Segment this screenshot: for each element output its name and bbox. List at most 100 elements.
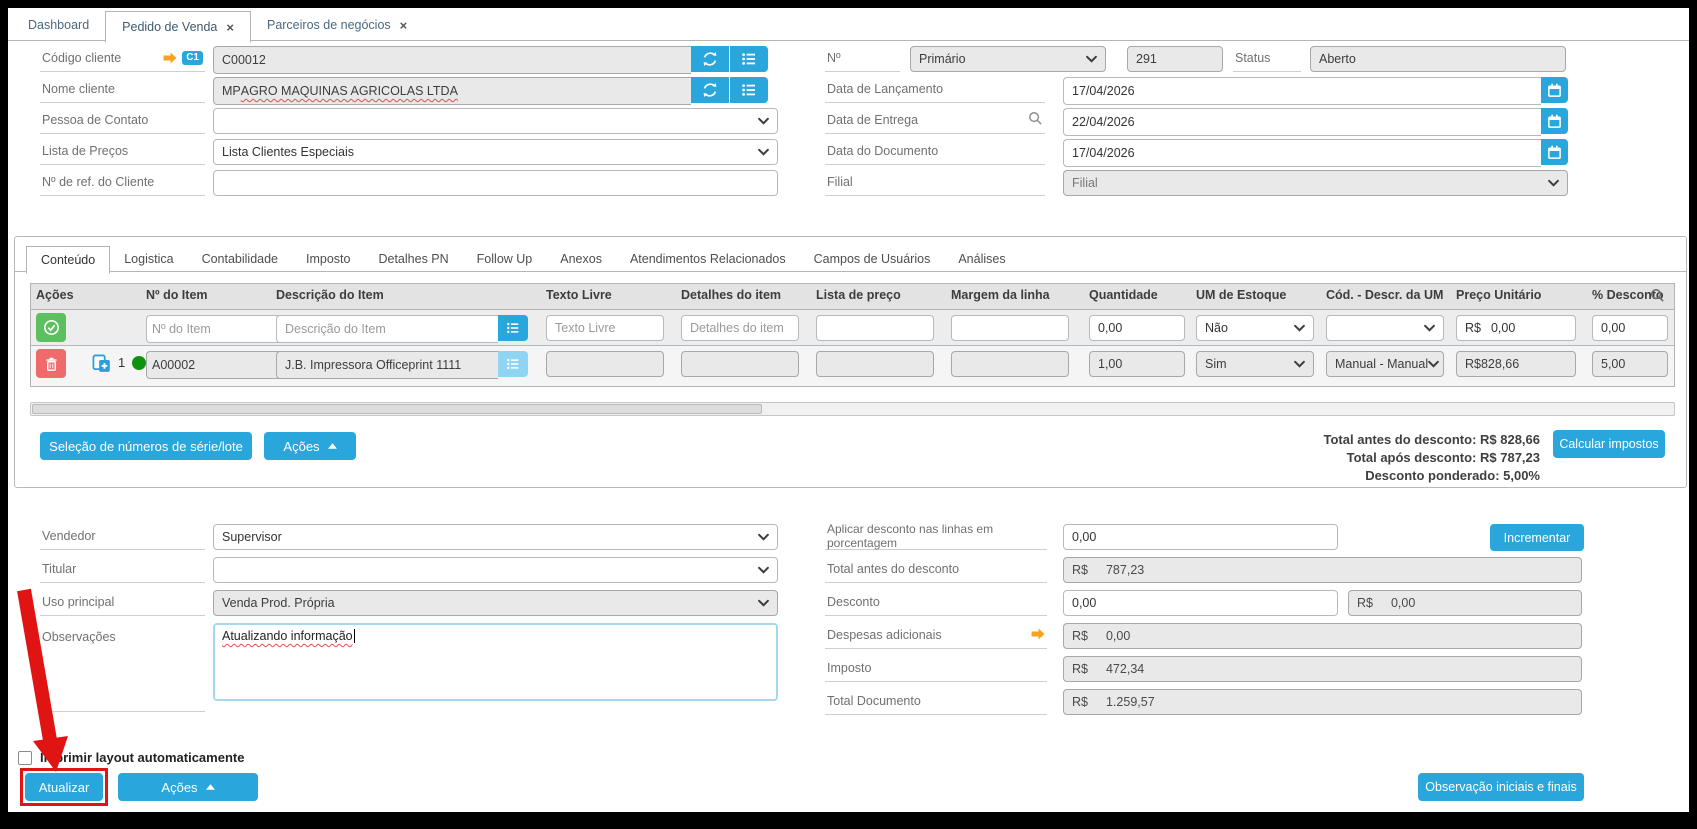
choose-from-list-button[interactable] <box>498 351 528 377</box>
tab-dashboard[interactable]: Dashboard <box>12 11 105 39</box>
num-ref-input[interactable] <box>213 170 778 196</box>
uso-principal-select[interactable]: Venda Prod. Própria <box>213 590 778 616</box>
atualizar-label: Atualizar <box>39 780 90 795</box>
status-input[interactable] <box>1310 46 1566 72</box>
table-acoes-button[interactable]: Ações <box>264 432 356 460</box>
refresh-button[interactable] <box>691 77 729 103</box>
data-lancamento-input[interactable] <box>1063 77 1541 105</box>
customer-badge[interactable]: C1 <box>182 51 203 65</box>
calcular-impostos-button[interactable]: Calcular impostos <box>1553 430 1665 458</box>
close-icon[interactable]: × <box>226 21 234 34</box>
search-icon[interactable] <box>1028 111 1043 129</box>
search-icon[interactable] <box>1650 288 1665 308</box>
total-documento-field: R$1.259,57 <box>1063 689 1582 715</box>
duplicate-line-button[interactable] <box>92 354 111 378</box>
tab-follow-up[interactable]: Follow Up <box>463 246 547 271</box>
entry-desc-input[interactable] <box>276 315 498 343</box>
entry-margem-input[interactable] <box>951 315 1069 341</box>
refresh-button[interactable] <box>691 46 729 72</box>
tab-follow-up-label: Follow Up <box>477 252 533 266</box>
arrow-right-icon[interactable] <box>1031 628 1045 643</box>
col-margem: Margem da linha <box>951 288 1050 302</box>
tab-conteudo[interactable]: Conteúdo <box>26 246 110 274</box>
entry-cod-um-select[interactable] <box>1326 315 1444 341</box>
tab-anexos[interactable]: Anexos <box>546 246 616 271</box>
titular-select[interactable] <box>213 557 778 583</box>
data-documento-input[interactable] <box>1063 139 1541 167</box>
calendar-button[interactable] <box>1541 108 1568 134</box>
row-quantidade-input[interactable] <box>1089 351 1185 377</box>
row-texto-input[interactable] <box>546 351 664 377</box>
calendar-button[interactable] <box>1541 139 1568 165</box>
footer-acoes-button[interactable]: Ações <box>118 773 258 801</box>
row-desc-input[interactable] <box>276 351 498 379</box>
entry-preco-input[interactable]: R$0,00 <box>1456 315 1576 341</box>
desconto-ponderado-line: Desconto ponderado: 5,00% <box>1150 467 1540 485</box>
choose-from-list-button[interactable] <box>730 46 768 72</box>
filial-label: Filial <box>825 170 1045 196</box>
nome-cliente-input[interactable]: MP AGRO MAQUINAS AGRICOLAS LTDA <box>213 77 691 105</box>
table-hscrollbar-track[interactable] <box>30 402 1675 416</box>
entry-um-select[interactable]: Não <box>1196 315 1314 341</box>
data-lancamento-group <box>1063 77 1568 103</box>
tab-campos-usuarios-label: Campos de Usuários <box>814 252 931 266</box>
entry-quantidade-input[interactable] <box>1089 315 1185 341</box>
imprimir-checkbox[interactable] <box>18 751 32 765</box>
aplicar-desconto-input[interactable] <box>1063 524 1338 550</box>
tab-pedido-de-venda[interactable]: Pedido de Venda × <box>105 11 251 43</box>
atualizar-button[interactable]: Atualizar <box>25 773 103 801</box>
total-documento-label: Total Documento <box>825 689 1047 715</box>
nome-cliente-group: MP AGRO MAQUINAS AGRICOLAS LTDA <box>213 77 768 103</box>
entry-desconto-input[interactable] <box>1592 315 1668 341</box>
chevron-down-icon <box>1428 360 1439 368</box>
calcular-impostos-label: Calcular impostos <box>1559 437 1658 451</box>
doc-number-input[interactable] <box>1127 46 1223 72</box>
tab-parceiros[interactable]: Parceiros de negócios × <box>251 11 423 39</box>
observacao-iniciais-button[interactable]: Observação iniciais e finais <box>1418 773 1584 801</box>
atualizar-highlight-box: Atualizar <box>20 768 108 806</box>
vendedor-select[interactable]: Supervisor <box>213 524 778 550</box>
lista-precos-select[interactable]: Lista Clientes Especiais <box>213 139 778 165</box>
data-entrega-label: Data de Entrega <box>825 108 1045 134</box>
choose-from-list-button[interactable] <box>498 315 528 341</box>
tab-contabilidade[interactable]: Contabilidade <box>188 246 292 271</box>
arrow-right-icon <box>163 52 177 64</box>
tab-logistica[interactable]: Logistica <box>110 246 187 271</box>
entry-texto-input[interactable] <box>546 315 664 341</box>
confirm-line-button[interactable] <box>36 313 66 342</box>
calendar-button[interactable] <box>1541 77 1568 103</box>
row-um-select[interactable]: Sim <box>1196 351 1314 377</box>
observacoes-textarea[interactable]: Atualizando informação <box>213 623 778 701</box>
tab-imposto[interactable]: Imposto <box>292 246 364 271</box>
row-margem-input[interactable] <box>951 351 1069 377</box>
col-um-estoque: UM de Estoque <box>1196 288 1286 302</box>
close-icon[interactable]: × <box>400 19 408 32</box>
row-cod-um-select[interactable]: Manual - Manual <box>1326 351 1444 377</box>
data-entrega-input[interactable] <box>1063 108 1541 136</box>
serial-lote-button[interactable]: Seleção de números de série/lote <box>40 432 252 460</box>
choose-from-list-button[interactable] <box>730 77 768 103</box>
caret-up-icon <box>328 443 337 449</box>
status-label-text: Status <box>1235 51 1270 65</box>
filial-select[interactable]: Filial <box>1063 170 1568 196</box>
entry-lista-input[interactable] <box>816 315 934 341</box>
currency-prefix: R$ <box>1072 695 1088 709</box>
currency-prefix: R$ <box>1072 563 1088 577</box>
tab-analises[interactable]: Análises <box>944 246 1019 271</box>
incrementar-button[interactable]: Incrementar <box>1490 524 1584 551</box>
tab-detalhes-pn[interactable]: Detalhes PN <box>364 246 462 271</box>
row-detalhes-input[interactable] <box>681 351 799 377</box>
desconto-input[interactable] <box>1063 590 1338 616</box>
delete-line-button[interactable] <box>36 349 66 378</box>
row-preco-input[interactable] <box>1456 351 1576 377</box>
codigo-cliente-label-text: Código cliente <box>42 51 121 65</box>
codigo-cliente-input[interactable] <box>213 46 691 74</box>
table-hscrollbar-thumb[interactable] <box>32 404 762 414</box>
row-desconto-input[interactable] <box>1592 351 1668 377</box>
entry-detalhes-input[interactable] <box>681 315 799 341</box>
serie-select[interactable]: Primário <box>910 46 1106 72</box>
row-lista-input[interactable] <box>816 351 934 377</box>
tab-campos-usuarios[interactable]: Campos de Usuários <box>800 246 945 271</box>
tab-atendimentos[interactable]: Atendimentos Relacionados <box>616 246 800 271</box>
pessoa-contato-select[interactable] <box>213 108 778 134</box>
